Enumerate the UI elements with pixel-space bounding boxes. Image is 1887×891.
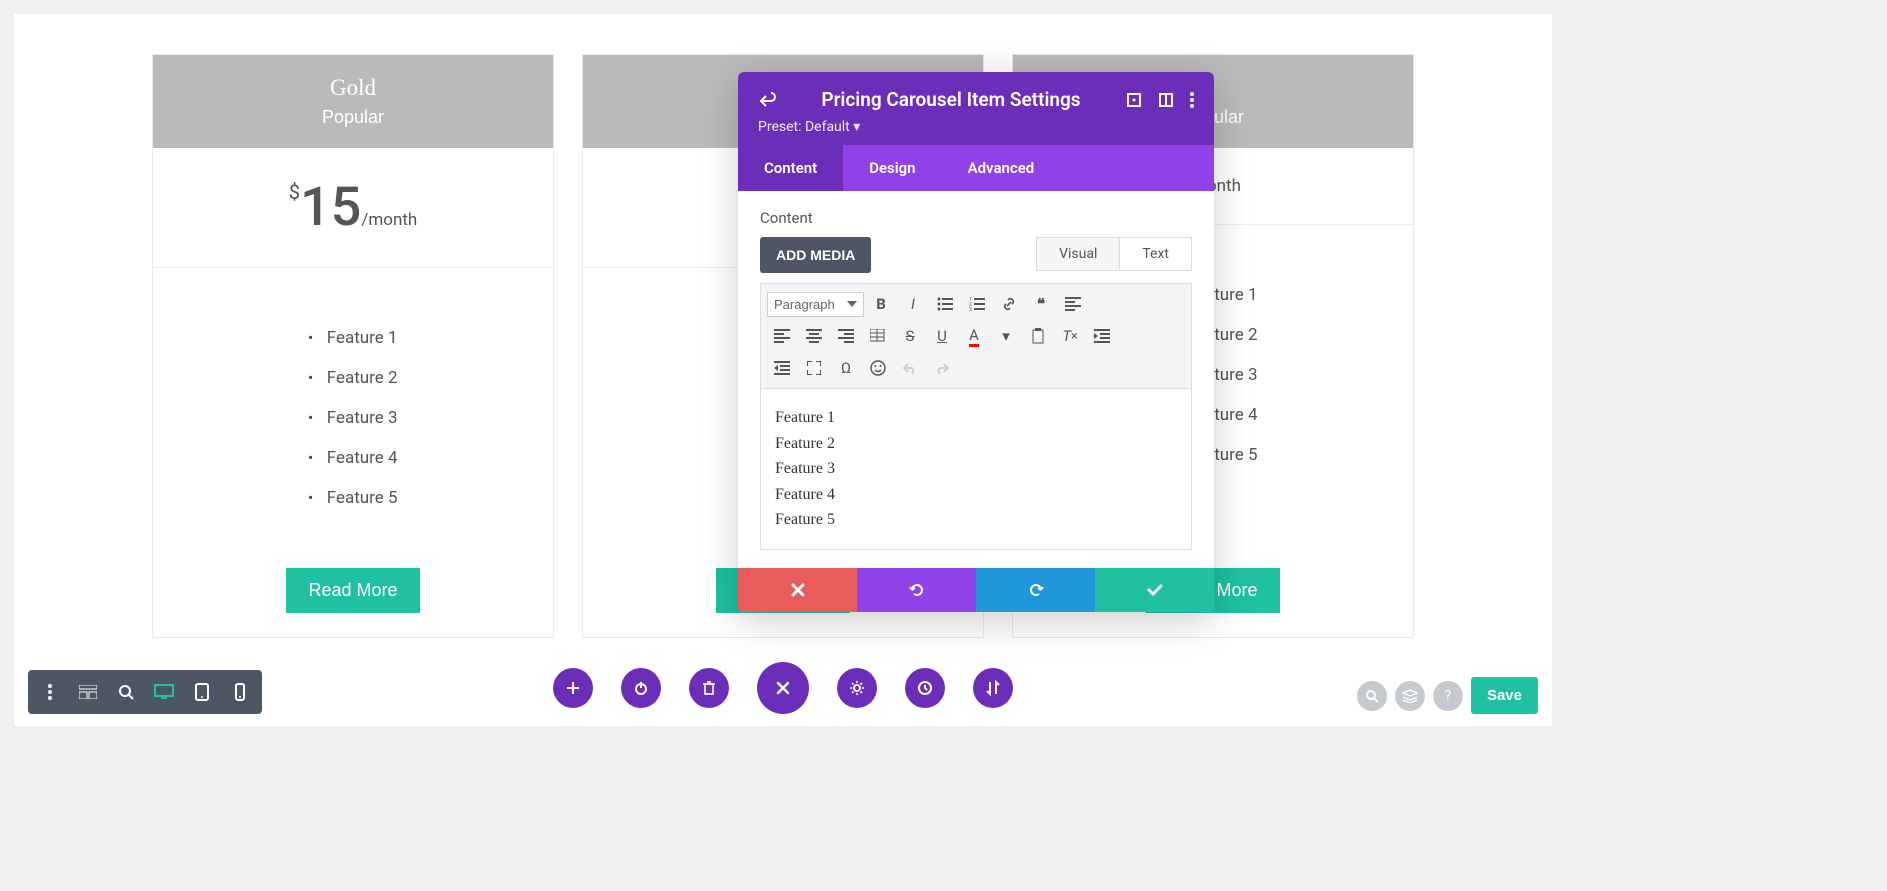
layers-icon[interactable] <box>1395 681 1425 711</box>
close-button[interactable] <box>757 662 809 714</box>
desktop-icon[interactable] <box>146 676 182 708</box>
chevron-down-icon[interactable]: ▾ <box>991 322 1021 350</box>
tablet-icon[interactable] <box>184 676 220 708</box>
expand-icon[interactable] <box>1126 92 1142 108</box>
power-button[interactable] <box>621 668 661 708</box>
redo-button[interactable] <box>976 568 1095 612</box>
feature-item: Feature 3 <box>308 398 397 438</box>
align-center-icon[interactable] <box>799 322 829 350</box>
indent-icon[interactable] <box>1087 322 1117 350</box>
zoom-icon[interactable] <box>108 676 144 708</box>
add-media-button[interactable]: ADD MEDIA <box>760 237 871 273</box>
phone-icon[interactable] <box>222 676 258 708</box>
back-icon[interactable] <box>758 92 776 108</box>
modal-footer <box>738 568 1214 612</box>
more-icon[interactable] <box>32 676 68 708</box>
viewport-toolbar <box>28 670 262 714</box>
feature-item: Feature 1 <box>308 318 397 358</box>
save-toolbar: ? Save <box>1357 677 1538 714</box>
period: /month <box>361 210 417 230</box>
editor-content[interactable]: Feature 1 Feature 2 Feature 3 Feature 4 … <box>760 389 1192 550</box>
history-button[interactable] <box>905 668 945 708</box>
search-icon[interactable] <box>1357 681 1387 711</box>
card-footer: Read More <box>153 568 553 637</box>
content-line: Feature 1 <box>775 405 1177 431</box>
columns-icon[interactable] <box>1158 92 1174 108</box>
card-title: Gold <box>153 75 553 101</box>
redo-icon[interactable] <box>927 354 957 382</box>
preset-dropdown[interactable]: Preset: Default ▾ <box>758 119 1194 135</box>
amount: 15 <box>300 176 361 239</box>
visual-tab[interactable]: Visual <box>1036 237 1119 271</box>
editor-mode-tabs: Visual Text <box>1036 237 1192 271</box>
content-line: Feature 3 <box>775 456 1177 482</box>
add-button[interactable] <box>553 668 593 708</box>
more-icon[interactable] <box>1190 92 1194 108</box>
editor-toolbar: Paragraph B I 123 ❝ <box>760 283 1192 389</box>
italic-icon[interactable]: I <box>898 290 928 318</box>
feature-item: Feature 5 <box>308 478 397 518</box>
card-price: $15/month <box>153 148 553 268</box>
link-icon[interactable] <box>994 290 1024 318</box>
paste-icon[interactable] <box>1023 322 1053 350</box>
omega-icon[interactable]: Ω <box>831 354 861 382</box>
feature-item: Feature 4 <box>308 438 397 478</box>
fullscreen-icon[interactable] <box>799 354 829 382</box>
settings-modal: Pricing Carousel Item Settings Preset: D… <box>738 72 1214 612</box>
tab-content[interactable]: Content <box>738 145 843 191</box>
clear-format-icon[interactable]: T× <box>1055 322 1085 350</box>
emoji-icon[interactable] <box>863 354 893 382</box>
action-toolbar <box>553 662 1013 714</box>
trash-button[interactable] <box>689 668 729 708</box>
settings-button[interactable] <box>837 668 877 708</box>
modal-tabs: Content Design Advanced <box>738 145 1214 191</box>
underline-icon[interactable]: U <box>927 322 957 350</box>
save-button[interactable]: Save <box>1471 677 1538 714</box>
text-tab[interactable]: Text <box>1119 237 1192 271</box>
modal-body: Content ADD MEDIA Visual Text Paragraph … <box>738 191 1214 568</box>
quote-icon[interactable]: ❝ <box>1026 290 1056 318</box>
bullet-list-icon[interactable] <box>930 290 960 318</box>
undo-icon[interactable] <box>895 354 925 382</box>
help-icon[interactable]: ? <box>1433 681 1463 711</box>
sort-button[interactable] <box>973 668 1013 708</box>
content-line: Feature 5 <box>775 507 1177 533</box>
text-color-icon[interactable]: A <box>959 322 989 350</box>
undo-button[interactable] <box>857 568 976 612</box>
feature-item: Feature 2 <box>308 358 397 398</box>
card-subtitle: Popular <box>153 107 553 128</box>
wireframe-icon[interactable] <box>70 676 106 708</box>
currency: $ <box>289 180 300 204</box>
format-select[interactable]: Paragraph <box>767 292 864 317</box>
svg-text:3: 3 <box>969 307 972 311</box>
modal-header: Pricing Carousel Item Settings Preset: D… <box>738 72 1214 145</box>
section-label: Content <box>760 209 1192 227</box>
card-features: Feature 1 Feature 2 Feature 3 Feature 4 … <box>153 268 553 568</box>
outdent-icon[interactable] <box>767 354 797 382</box>
tab-design[interactable]: Design <box>843 145 941 191</box>
content-line: Feature 4 <box>775 482 1177 508</box>
align-left-icon[interactable] <box>767 322 797 350</box>
align-icon[interactable] <box>1058 290 1088 318</box>
card-header: Gold Popular <box>153 55 553 148</box>
confirm-button[interactable] <box>1095 568 1214 612</box>
strikethrough-icon[interactable]: S <box>895 322 925 350</box>
align-right-icon[interactable] <box>831 322 861 350</box>
read-more-button[interactable]: Read More <box>286 568 419 613</box>
bold-icon[interactable]: B <box>866 290 896 318</box>
pricing-card: Gold Popular $15/month Feature 1 Feature… <box>152 54 554 638</box>
modal-title: Pricing Carousel Item Settings <box>792 88 1110 111</box>
cancel-button[interactable] <box>738 568 857 612</box>
table-icon[interactable] <box>863 322 893 350</box>
content-line: Feature 2 <box>775 431 1177 457</box>
numbered-list-icon[interactable]: 123 <box>962 290 992 318</box>
tab-advanced[interactable]: Advanced <box>942 145 1061 191</box>
